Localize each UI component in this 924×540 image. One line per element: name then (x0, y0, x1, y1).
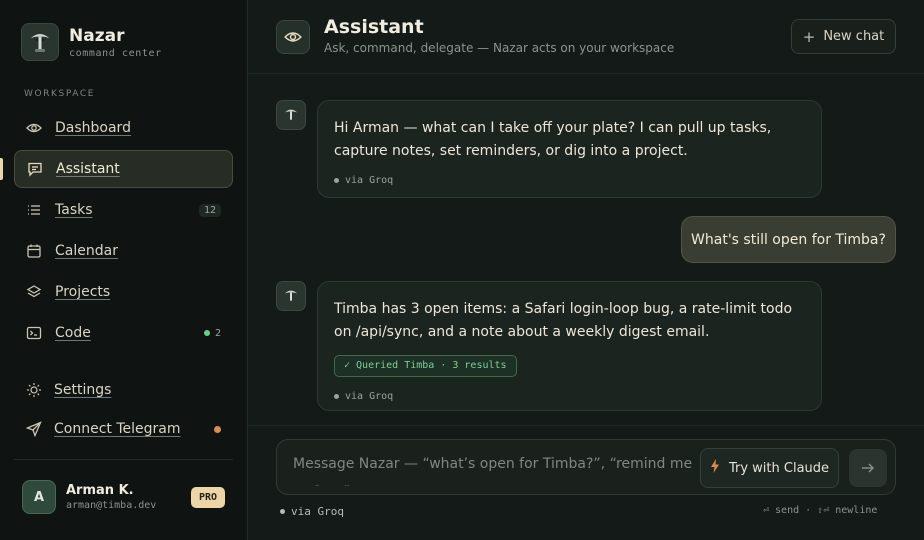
bolt-icon (710, 459, 720, 477)
tool-result-chip[interactable]: ✓ Queried Timba · 3 results (334, 354, 517, 377)
message-source: via Groq (334, 385, 805, 408)
message-input[interactable] (293, 450, 697, 486)
eye-icon (26, 120, 42, 136)
try-with-claude-button[interactable]: Try with Claude (700, 448, 839, 488)
sidebar-item-label: Projects (55, 284, 111, 300)
assistant-message: Hi Arman — what can I take off your plat… (317, 100, 822, 198)
assistant-avatar-icon (276, 100, 306, 130)
arrow-right-icon (861, 459, 875, 478)
message-source: via Groq (334, 169, 805, 192)
user-email: arman@timba.dev (66, 500, 157, 511)
list-icon (26, 202, 42, 218)
code-count: 2 (214, 327, 221, 339)
active-indicator (0, 158, 3, 180)
sidebar-item-assistant[interactable]: Assistant (14, 150, 233, 188)
terminal-icon (26, 325, 42, 341)
plus-icon: + (802, 27, 816, 46)
sidebar-item-code[interactable]: Code 2 (14, 314, 233, 352)
calendar-icon (26, 243, 42, 259)
sidebar-item-label: Connect Telegram (54, 421, 181, 437)
telegram-status-dot (214, 425, 221, 433)
new-chat-label: New chat (823, 29, 885, 44)
sidebar-item-label: Assistant (56, 161, 120, 177)
source-label: via Groq (291, 505, 344, 518)
check-icon: ✓ (344, 360, 351, 371)
source-label: via Groq (345, 390, 394, 402)
source-dot (280, 509, 285, 514)
source-dot (334, 178, 339, 183)
assistant-avatar-icon (276, 281, 306, 311)
sidebar-item-dashboard[interactable]: Dashboard (14, 109, 233, 147)
sidebar-item-label: Dashboard (55, 120, 131, 136)
sidebar-divider (14, 459, 233, 460)
layers-icon (26, 284, 42, 300)
chat-header: Assistant Ask, command, delegate — Nazar… (248, 0, 924, 74)
brand[interactable]: Nazar command center (21, 23, 162, 61)
send-plane-icon (26, 421, 42, 437)
composer-source: via Groq (280, 505, 344, 518)
plan-badge: PRO (191, 487, 225, 508)
message-text: Hi Arman — what can I take off your plat… (334, 120, 772, 159)
try-with-claude-label: Try with Claude (728, 460, 830, 476)
brand-name: Nazar (69, 25, 125, 46)
composer: Try with Claude (276, 439, 896, 495)
source-dot (334, 393, 339, 399)
nazar-logo-icon (21, 23, 59, 61)
eye-icon (276, 20, 310, 54)
sidebar-item-connect-telegram[interactable]: Connect Telegram (14, 410, 233, 448)
user-profile[interactable]: A Arman K. arman@timba.dev (22, 480, 156, 514)
source-label: via Groq (345, 175, 394, 186)
tool-result-label: Queried Timba · 3 results (356, 360, 507, 371)
sidebar: Nazar command center WORKSPACE Dashboard… (0, 0, 248, 540)
page-title: Assistant (324, 16, 424, 38)
sidebar-item-tasks[interactable]: Tasks 12 (14, 191, 233, 229)
user-name: Arman K. (66, 483, 134, 498)
message-text: Timba has 3 open items: a Safari login-l… (334, 301, 793, 340)
new-chat-button[interactable]: + New chat (791, 19, 896, 54)
status-dot (203, 330, 210, 336)
composer-divider (248, 425, 924, 426)
chat-icon (27, 161, 43, 177)
sidebar-item-settings[interactable]: Settings (14, 371, 233, 409)
sidebar-item-label: Settings (54, 382, 112, 398)
sidebar-item-label: Code (55, 325, 91, 341)
composer-source-row: via Groq (280, 505, 344, 518)
send-button[interactable] (849, 449, 887, 487)
sidebar-item-label: Calendar (55, 243, 118, 259)
sidebar-item-label: Tasks (55, 202, 93, 218)
keyboard-hint: ⏎ send · ⇧⏎ newline (763, 505, 878, 516)
sidebar-item-projects[interactable]: Projects (14, 273, 233, 311)
tasks-count-badge: 12 (198, 203, 221, 217)
sidebar-item-calendar[interactable]: Calendar (14, 232, 233, 270)
section-label-workspace: WORKSPACE (24, 89, 96, 99)
assistant-message: Timba has 3 open items: a Safari login-l… (317, 281, 822, 411)
user-message: What's still open for Timba? (681, 216, 896, 263)
brand-subtitle: command center (69, 47, 162, 59)
code-status-badge: 2 (203, 327, 221, 339)
sun-gear-icon (26, 382, 42, 398)
page-subtitle: Ask, command, delegate — Nazar acts on y… (324, 41, 675, 55)
avatar: A (22, 480, 56, 514)
